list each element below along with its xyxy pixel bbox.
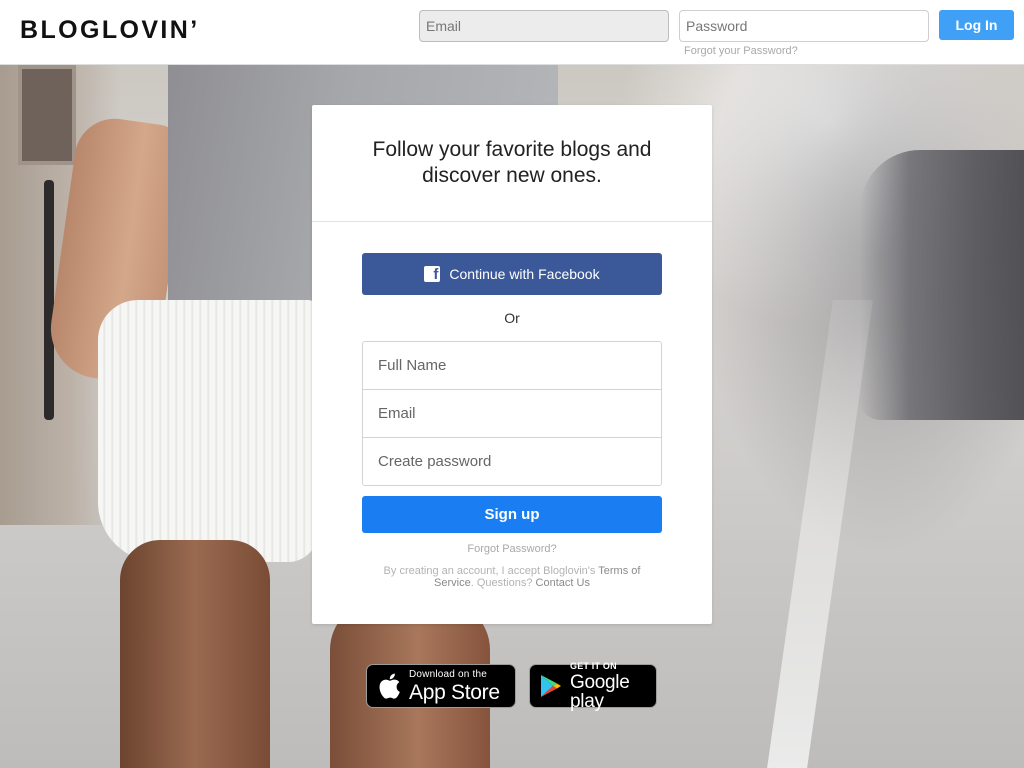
app-store-big-text: App Store (409, 680, 500, 704)
header-forgot-password-link[interactable]: Forgot your Password? (684, 45, 798, 57)
contact-us-link[interactable]: Contact Us (536, 577, 590, 589)
create-password-input[interactable] (362, 437, 662, 486)
background-cars (860, 150, 1024, 420)
terms-notice: By creating an account, I accept Bloglov… (372, 565, 652, 589)
signup-card: Follow your favorite blogs and discover … (312, 105, 712, 624)
figure-leg (120, 540, 270, 768)
forgot-password-link[interactable]: Forgot Password? (312, 543, 712, 555)
signup-title: Follow your favorite blogs and discover … (372, 138, 652, 187)
signup-email-input[interactable] (362, 389, 662, 438)
background-pole (44, 180, 54, 420)
google-play-small-text: GET IT ON (570, 660, 617, 671)
terms-prefix: By creating an account, I accept Bloglov… (383, 565, 596, 577)
google-play-badge[interactable]: GET IT ON Google play (529, 660, 657, 712)
google-play-icon (540, 674, 562, 698)
app-store-small-text: Download on the (409, 668, 488, 680)
full-name-input[interactable] (362, 341, 662, 390)
app-store-badge[interactable]: Download on the App Store (366, 664, 516, 708)
background-street (767, 300, 873, 768)
login-button[interactable]: Log In (939, 10, 1014, 40)
header-email-input[interactable] (419, 10, 669, 42)
apple-icon (377, 672, 401, 700)
figure-skirt (98, 300, 318, 562)
questions-text: . Questions? (470, 577, 533, 589)
google-play-big-text: Google play (570, 671, 630, 712)
header-password-input[interactable] (679, 10, 929, 42)
facebook-button-label: Continue with Facebook (449, 266, 600, 282)
facebook-icon: f (424, 266, 441, 282)
app-store-badge-text: Download on the App Store (409, 668, 500, 704)
or-divider: Or (504, 310, 520, 326)
sign-up-button[interactable]: Sign up (362, 496, 662, 533)
signup-card-header: Follow your favorite blogs and discover … (312, 105, 712, 222)
bloglovin-logo[interactable]: BLOGLOVIN’ (20, 16, 200, 45)
top-header: BLOGLOVIN’ Forgot your Password? Log In (0, 0, 1024, 65)
facebook-login-button[interactable]: f Continue with Facebook (362, 253, 662, 295)
background-window (18, 65, 76, 165)
google-play-badge-text: GET IT ON Google play (570, 660, 656, 712)
